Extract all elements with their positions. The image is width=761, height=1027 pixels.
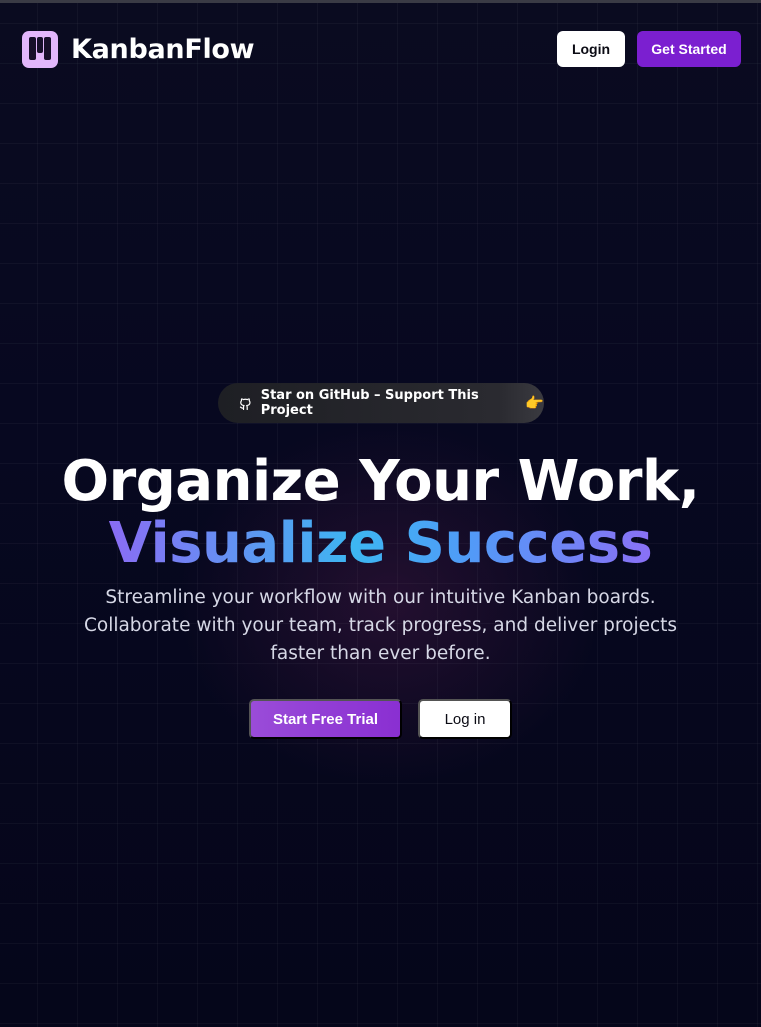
login-button[interactable]: Login xyxy=(557,31,625,67)
subtitle-line2: Collaborate with your team, track progre… xyxy=(83,615,678,636)
log-in-button[interactable]: Log in xyxy=(418,699,512,739)
badge-label: Star on GitHub – Support This Project xyxy=(260,388,479,418)
brand-name: KanbanFlow xyxy=(71,33,255,65)
cta-group: Start Free Trial Log in xyxy=(0,699,761,739)
hero-title: Organize Your Work, Visualize Success xyxy=(0,451,761,575)
get-started-button[interactable]: Get Started xyxy=(637,31,741,67)
nav-actions: Login Get Started xyxy=(557,31,741,67)
subtitle-line3: faster than ever before. xyxy=(270,643,491,664)
top-nav: KanbanFlow Login Get Started xyxy=(22,28,741,70)
kanban-logo-icon xyxy=(22,30,58,68)
hero-title-line2: Visualize Success xyxy=(108,511,653,576)
github-icon xyxy=(239,398,251,411)
subtitle-line1: Streamline your workflow with our intuit… xyxy=(105,587,656,608)
github-star-badge[interactable]: Star on GitHub – Support This Project 👉 xyxy=(218,383,544,423)
pointing-hand-icon: 👉 xyxy=(525,394,544,412)
hero-subtitle: Streamline your workflow with our intuit… xyxy=(80,584,681,668)
landing-page: KanbanFlow Login Get Started Star on Git… xyxy=(0,0,761,1027)
brand[interactable]: KanbanFlow xyxy=(22,30,255,68)
start-free-trial-button[interactable]: Start Free Trial xyxy=(249,699,402,739)
hero-title-line1: Organize Your Work, xyxy=(61,449,700,514)
